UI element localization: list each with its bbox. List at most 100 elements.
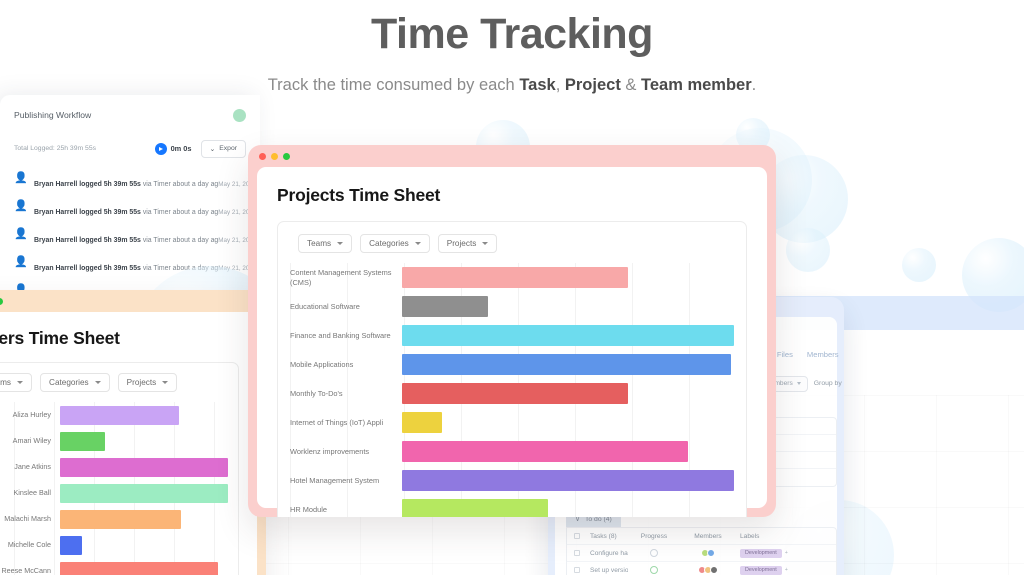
window-maximize-dot[interactable] bbox=[0, 297, 3, 305]
chart-bar[interactable] bbox=[402, 267, 628, 288]
chart-bar[interactable] bbox=[60, 483, 228, 503]
members-chart-card: eams Categories Projects Aliza Hurley Ama… bbox=[0, 362, 239, 575]
checkbox-icon bbox=[574, 567, 580, 573]
label-tag: Development bbox=[740, 565, 782, 575]
chart-bar[interactable] bbox=[402, 470, 734, 491]
chart-bar[interactable] bbox=[60, 457, 228, 477]
window-maximize-dot[interactable] bbox=[283, 152, 290, 160]
chart-bar-row: Michelle Cole bbox=[0, 532, 228, 558]
chart-bar[interactable] bbox=[402, 499, 549, 517]
members-filter-categories[interactable]: Categories bbox=[40, 373, 110, 392]
subtitle-end: . bbox=[751, 75, 757, 94]
chart-bar-track bbox=[402, 499, 734, 517]
chart-bar-row: Reese McCann bbox=[0, 558, 228, 575]
chevron-down-icon bbox=[414, 242, 421, 245]
select-all-checkbox[interactable] bbox=[567, 533, 587, 539]
chart-bar-row: Mobile Applications bbox=[290, 350, 734, 379]
members-window-titlebar bbox=[0, 290, 266, 312]
chart-bar-label: Malachi Marsh bbox=[4, 514, 51, 524]
chevron-down-icon bbox=[796, 382, 801, 385]
task-labels[interactable]: Development + bbox=[736, 548, 802, 558]
chart-bar-row: Monthly To-Do's bbox=[290, 379, 734, 408]
members-filter-teams[interactable]: eams bbox=[0, 373, 33, 392]
members-window-body: embers Time Sheet eams Categories Projec… bbox=[0, 312, 257, 575]
avatar bbox=[706, 548, 716, 558]
column-header-labels: Labels bbox=[740, 532, 760, 540]
chart-bar-row: Worklenz improvements bbox=[290, 437, 734, 466]
checkbox-icon bbox=[574, 533, 580, 539]
chart-bar-label: Internet of Things (IoT) Appli bbox=[290, 417, 384, 427]
chart-bar-row: Content Management Systems (CMS) bbox=[290, 263, 734, 292]
chart-bar[interactable] bbox=[402, 354, 731, 375]
chart-bar[interactable] bbox=[60, 405, 180, 425]
projects-filter-projects[interactable]: Projects bbox=[437, 234, 498, 253]
chart-bar[interactable] bbox=[402, 441, 688, 462]
row-checkbox[interactable] bbox=[567, 550, 587, 556]
chart-bar-label: Kinslee Ball bbox=[13, 488, 51, 498]
chart-bar[interactable] bbox=[60, 431, 106, 451]
column-header-tasks: Tasks (8) bbox=[590, 532, 617, 540]
task-members[interactable] bbox=[680, 548, 736, 558]
chevron-down-icon bbox=[337, 242, 344, 245]
task-members[interactable] bbox=[680, 565, 736, 575]
chart-bar[interactable] bbox=[402, 412, 442, 433]
projects-window-titlebar bbox=[248, 145, 776, 167]
chart-bar-label: Educational Software bbox=[290, 301, 360, 311]
chart-bar-track bbox=[402, 354, 734, 375]
projects-filter-teams[interactable]: Teams bbox=[298, 234, 353, 253]
page-subtitle: Track the time consumed by each Task, Pr… bbox=[0, 76, 1024, 95]
chart-bar-row: Jane Atkins bbox=[0, 454, 228, 480]
chart-bar-track bbox=[402, 441, 734, 462]
chart-bar-row: Aliza Hurley bbox=[0, 402, 228, 428]
tab-members[interactable]: Members bbox=[807, 350, 839, 364]
row-checkbox[interactable] bbox=[567, 567, 587, 573]
task-table: Tasks (8) Progress Members Labels Configure … bbox=[566, 527, 837, 575]
chart-bar-track bbox=[402, 412, 734, 433]
chart-bar-label: Content Management Systems (CMS) bbox=[290, 267, 392, 287]
progress-ring-icon bbox=[650, 566, 658, 574]
avatar bbox=[709, 565, 719, 575]
members-filter-teams-label: eams bbox=[0, 378, 12, 387]
chart-bar-label: Finance and Banking Software bbox=[290, 330, 391, 340]
projects-filter-categories[interactable]: Categories bbox=[360, 234, 430, 253]
chart-bar-row: Kinslee Ball bbox=[0, 480, 228, 506]
chart-bar-row: Hotel Management System bbox=[290, 466, 734, 495]
chart-bar[interactable] bbox=[402, 325, 734, 346]
chart-bar-track bbox=[402, 296, 734, 317]
chart-bar[interactable] bbox=[402, 383, 628, 404]
chart-bar[interactable] bbox=[60, 509, 181, 529]
projects-bar-chart: Content Management Systems (CMS) Educatio… bbox=[290, 263, 734, 517]
table-row[interactable]: Configure hardware and software Developme… bbox=[567, 545, 836, 562]
window-close-dot[interactable] bbox=[259, 152, 266, 160]
projects-chart-card: Teams Categories Projects Content Manage… bbox=[277, 221, 747, 517]
chart-bar-row: Internet of Things (IoT) Appli bbox=[290, 408, 734, 437]
chart-bar[interactable] bbox=[402, 296, 489, 317]
chart-bar[interactable] bbox=[60, 561, 218, 575]
table-row[interactable]: Set up version control system Development… bbox=[567, 562, 836, 575]
label-tag: Development bbox=[740, 548, 782, 558]
members-filter-projects[interactable]: Projects bbox=[117, 373, 178, 392]
chart-bar-row: Amari Wiley bbox=[0, 428, 228, 454]
chart-bar-track bbox=[402, 267, 734, 288]
chart-bar-track bbox=[60, 483, 228, 503]
subtitle-team-member: Team member bbox=[641, 75, 752, 94]
label-more: + bbox=[784, 550, 788, 556]
chart-bar-row: Finance and Banking Software bbox=[290, 321, 734, 350]
chart-bar[interactable] bbox=[60, 535, 82, 555]
chart-bar-track bbox=[402, 470, 734, 491]
chart-bar-label: Monthly To-Do's bbox=[290, 388, 343, 398]
chevron-down-icon bbox=[162, 381, 169, 384]
chart-bar-row: HR Module bbox=[290, 495, 734, 517]
chevron-down-icon bbox=[17, 381, 24, 384]
chart-bar-label: HR Module bbox=[290, 504, 327, 514]
task-labels[interactable]: Development + bbox=[736, 565, 802, 575]
chart-bar-track bbox=[60, 535, 228, 555]
subtitle-sep1: , bbox=[555, 75, 565, 94]
chart-bar-track bbox=[402, 383, 734, 404]
tab-files[interactable]: Files bbox=[777, 350, 793, 364]
group-by-label: Group by : bbox=[813, 380, 844, 387]
members-filter-projects-label: Projects bbox=[126, 378, 157, 387]
window-minimize-dot[interactable] bbox=[271, 152, 278, 160]
task-name: Set up version control system bbox=[590, 566, 628, 574]
chart-bar-label: Jane Atkins bbox=[14, 462, 51, 472]
